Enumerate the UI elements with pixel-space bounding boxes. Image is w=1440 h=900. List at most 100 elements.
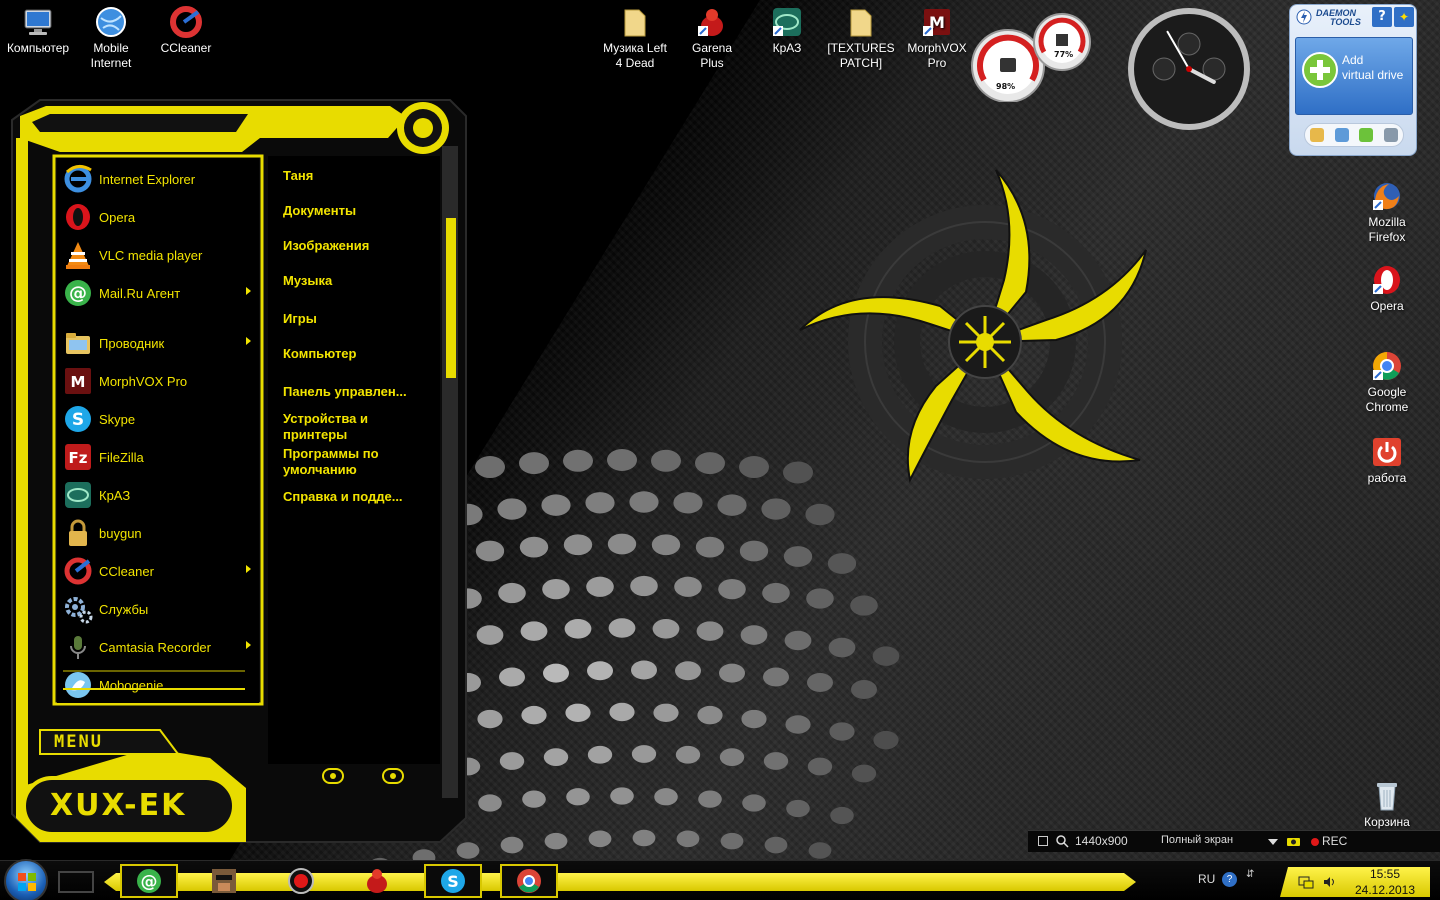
help-icon[interactable]: ? xyxy=(1222,872,1237,887)
place-help-support[interactable]: Справка и подде... xyxy=(283,489,403,505)
decor-dot xyxy=(629,491,659,513)
system-tray: RU ? ⇵ 15:55 24.12.2013 xyxy=(1180,861,1440,900)
clock-time: 15:55 xyxy=(1369,867,1401,881)
record-dot-icon xyxy=(1311,838,1319,846)
filezilla-icon: Fz xyxy=(65,444,91,470)
cpu-percent: 98% xyxy=(996,82,1016,91)
decor-dot xyxy=(785,715,811,734)
program-morphvox[interactable]: M MorphVOX Pro xyxy=(63,363,245,399)
resolution-readout: 1440x900 xyxy=(1075,834,1128,848)
place-default-programs[interactable]: Программы по умолчанию xyxy=(283,446,379,478)
mailru-icon: @ xyxy=(137,869,161,893)
program-opera[interactable]: Opera xyxy=(63,199,245,235)
program-mailru-agent[interactable]: @ Mail.Ru Агент xyxy=(63,275,251,311)
taskbar-button-recorder[interactable] xyxy=(272,864,330,898)
taskbar-button-garena[interactable] xyxy=(348,864,406,898)
decor-dot xyxy=(674,576,702,597)
submenu-arrow-icon xyxy=(246,287,251,295)
firefox-icon xyxy=(1373,183,1400,210)
daemon-options-button[interactable]: ✦ xyxy=(1394,7,1414,27)
program-skype[interactable]: S Skype xyxy=(63,401,245,437)
daemon-help-button[interactable]: ? xyxy=(1372,7,1392,27)
program-kraz[interactable]: КрАЗ xyxy=(63,477,245,513)
record-button[interactable]: REC xyxy=(1322,834,1347,848)
language-indicator[interactable]: RU xyxy=(1198,872,1215,886)
volume-icon[interactable] xyxy=(1322,875,1336,889)
add-virtual-drive-button[interactable]: Add virtual drive xyxy=(1295,37,1413,115)
game-character-icon xyxy=(212,869,236,893)
place-games[interactable]: Игры xyxy=(283,311,317,327)
decor-dot xyxy=(654,788,678,806)
cpu-meter-gadget[interactable]: 98% 77% xyxy=(966,8,1094,103)
desktop-icon-garena-plus[interactable]: Garena Plus xyxy=(674,6,750,71)
program-ccleaner[interactable]: CCleaner xyxy=(63,553,251,589)
settings-icon[interactable] xyxy=(1383,128,1398,142)
capture-mode-select[interactable]: Полный экран xyxy=(1161,834,1233,846)
desktop-icon-opera[interactable]: Opera xyxy=(1349,264,1425,314)
magnifier-icon[interactable] xyxy=(1056,835,1069,848)
show-desktop-button[interactable] xyxy=(58,871,94,893)
decor-dot xyxy=(412,849,436,860)
desktop-icon-mobile-internet[interactable]: Mobile Internet xyxy=(73,6,149,71)
chrome-icon xyxy=(517,869,541,893)
decor-dot xyxy=(566,788,590,806)
svg-text:S: S xyxy=(447,872,459,891)
program-buygun[interactable]: buygun xyxy=(63,515,245,551)
decor-dot xyxy=(806,588,834,609)
taskbar-button-duke-nukem[interactable] xyxy=(195,864,253,898)
add-icon[interactable] xyxy=(1359,128,1374,142)
network-icon[interactable] xyxy=(1298,875,1314,889)
program-vlc[interactable]: VLC media player xyxy=(63,237,245,273)
taskbar-button-mailru-agent[interactable]: @ xyxy=(120,864,178,898)
camera-icon[interactable] xyxy=(1286,835,1301,847)
clock-panel[interactable]: 15:55 24.12.2013 xyxy=(1280,867,1430,897)
decor-dot xyxy=(565,703,591,722)
decor-dot xyxy=(827,553,857,574)
decor-dot xyxy=(521,705,547,725)
decor-dot xyxy=(761,498,791,520)
program-explorer[interactable]: Проводник xyxy=(63,325,251,361)
shutdown-options-button[interactable] xyxy=(382,768,404,784)
taskbar-button-skype[interactable]: S xyxy=(424,864,482,898)
taskbar-button-chrome[interactable] xyxy=(500,864,558,898)
desktop-icon-morphvox[interactable]: M MorphVOX Pro xyxy=(899,6,975,71)
program-services[interactable]: Службы xyxy=(63,591,245,627)
place-computer[interactable]: Компьютер xyxy=(283,346,356,362)
shutdown-button[interactable] xyxy=(322,768,344,784)
desktop-icon-firefox[interactable]: Mozilla Firefox xyxy=(1349,180,1425,245)
place-devices-printers[interactable]: Устройства и принтеры xyxy=(283,411,368,443)
ccleaner-icon xyxy=(170,6,202,38)
desktop-icon-chrome[interactable]: Google Chrome xyxy=(1349,350,1425,415)
program-camtasia-recorder[interactable]: Camtasia Recorder xyxy=(63,629,251,665)
start-button[interactable] xyxy=(4,859,48,900)
desktop-icon-kraz[interactable]: КрАЗ xyxy=(749,6,825,56)
tray-expand-icon[interactable]: ⇵ xyxy=(1246,869,1254,880)
desktop-icon-textures-patch[interactable]: [TEXTURES PATCH] xyxy=(823,6,899,71)
programs-list: Internet Explorer Opera VLC media player… xyxy=(57,158,259,703)
plus-icon xyxy=(1302,52,1338,88)
decor-dot xyxy=(808,842,832,859)
resize-icon[interactable] xyxy=(1038,836,1048,846)
place-music[interactable]: Музыка xyxy=(283,273,332,289)
program-mobogenie[interactable]: Mobogenie xyxy=(63,667,245,703)
decor-dot xyxy=(872,646,900,666)
opera-icon xyxy=(1373,266,1400,294)
mount-icon[interactable] xyxy=(1310,128,1325,142)
program-internet-explorer[interactable]: Internet Explorer xyxy=(63,161,245,197)
desktop-icon-rabota[interactable]: работа xyxy=(1349,436,1425,486)
place-control-panel[interactable]: Панель управлен... xyxy=(283,384,407,400)
program-filezilla[interactable]: Fz FileZilla xyxy=(63,439,245,475)
clock-gadget[interactable] xyxy=(1126,6,1252,132)
image-catalog-icon[interactable] xyxy=(1334,128,1349,142)
decor-dot xyxy=(544,832,568,850)
desktop-icon-computer[interactable]: Компьютер xyxy=(0,6,76,56)
decor-dot xyxy=(807,757,833,776)
desktop-icon-music-l4d[interactable]: Музика Left 4 Dead xyxy=(597,6,673,71)
place-documents[interactable]: Документы xyxy=(283,203,356,219)
chevron-down-icon[interactable] xyxy=(1268,839,1278,845)
decor-dot xyxy=(697,705,723,725)
place-pictures[interactable]: Изображения xyxy=(283,238,369,254)
desktop-icon-recycle-bin[interactable]: Корзина xyxy=(1349,780,1425,830)
desktop-icon-ccleaner[interactable]: CCleaner xyxy=(148,6,224,56)
place-user-tanya[interactable]: Таня xyxy=(283,168,313,184)
